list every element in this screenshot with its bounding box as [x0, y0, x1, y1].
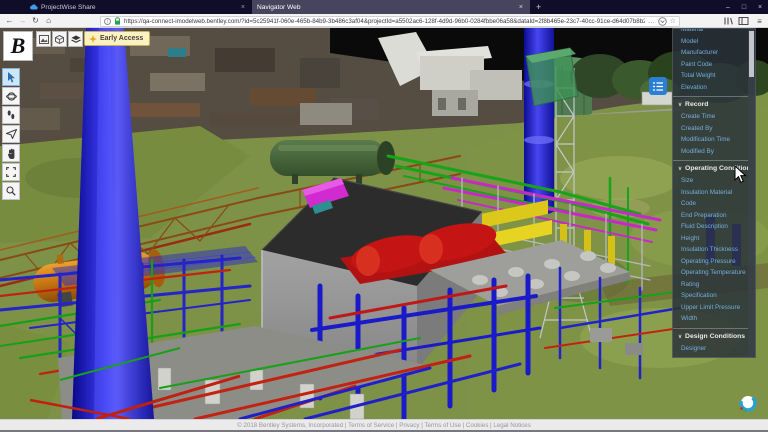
- select-tool-button[interactable]: [2, 68, 20, 86]
- tab-label: ProjectWise Share: [41, 4, 236, 11]
- browser-titlebar: ProjectWise Share × Navigator Web × + – …: [0, 0, 768, 14]
- window-controls: – □ ×: [720, 0, 768, 14]
- fit-view-icon: [6, 167, 16, 177]
- reload-button[interactable]: ↻: [29, 16, 42, 25]
- home-button[interactable]: ⌂: [42, 16, 55, 25]
- zoom-tool-button[interactable]: [2, 182, 20, 200]
- navbar-right-icons: ≡: [723, 14, 766, 28]
- early-access-badge: Early Access: [84, 31, 150, 46]
- cloud-icon: [29, 4, 38, 10]
- bentley-logo-letter: B: [11, 33, 26, 59]
- site-info-icon[interactable]: i: [104, 18, 111, 25]
- section-title: Design Conditions: [685, 333, 745, 340]
- lock-icon: [114, 17, 121, 25]
- new-tab-button[interactable]: +: [530, 0, 547, 14]
- property-row[interactable]: Rating: [673, 279, 748, 291]
- pan-tool-button[interactable]: [2, 144, 20, 162]
- view-tools-toolbar: [2, 68, 20, 200]
- fly-tool-button[interactable]: [2, 125, 20, 143]
- early-access-label: Early Access: [100, 35, 143, 42]
- browser-window: ProjectWise Share × Navigator Web × + – …: [0, 0, 768, 432]
- minimize-button[interactable]: –: [720, 0, 736, 14]
- panel-scrollbar[interactable]: [748, 29, 755, 357]
- select-icon: [6, 72, 16, 83]
- chevron-down-icon: ∨: [678, 102, 682, 108]
- property-row[interactable]: Height: [673, 233, 748, 245]
- menu-icon[interactable]: ≡: [753, 17, 766, 26]
- property-row[interactable]: Manufacturer: [673, 47, 748, 59]
- section-title: Record: [685, 101, 708, 108]
- teal-glass-cube: [526, 48, 578, 106]
- sidebars-icon[interactable]: [738, 16, 751, 26]
- library-icon[interactable]: [723, 16, 736, 26]
- property-row[interactable]: Code: [673, 198, 748, 210]
- property-row[interactable]: Modified By: [673, 146, 748, 158]
- section-header[interactable]: ∨Record: [673, 96, 748, 111]
- property-row[interactable]: Specification: [673, 290, 748, 302]
- fly-icon: [6, 129, 17, 139]
- orbit-tool-button[interactable]: [2, 87, 20, 105]
- property-row[interactable]: Modification Time: [673, 134, 748, 146]
- forward-button[interactable]: →: [16, 16, 29, 25]
- titlebar-spacer: [0, 0, 24, 14]
- tab-close-icon[interactable]: ×: [517, 4, 525, 11]
- property-row[interactable]: Model: [673, 36, 748, 48]
- property-row[interactable]: Elevation: [673, 82, 748, 94]
- mouse-cursor: [734, 166, 747, 189]
- property-row[interactable]: Insulation Thickness: [673, 244, 748, 256]
- back-button[interactable]: ←: [3, 16, 16, 25]
- property-row[interactable]: Operating Pressure: [673, 256, 748, 268]
- panel-scrollbar-thumb[interactable]: [749, 31, 754, 77]
- orbit-icon: [6, 91, 17, 102]
- walk-icon: [7, 110, 15, 120]
- list-icon: [652, 81, 664, 92]
- url-input[interactable]: [124, 17, 645, 26]
- image-tool-icon: [39, 35, 49, 44]
- property-row[interactable]: Operating Temperature: [673, 267, 748, 279]
- chevron-down-icon: ∨: [678, 334, 682, 340]
- tab-projectwise-share[interactable]: ProjectWise Share ×: [24, 0, 252, 14]
- star-icon: [89, 35, 97, 43]
- tab-navigator-web[interactable]: Navigator Web ×: [252, 0, 530, 14]
- properties-panel: MaterialModelManufacturerPaint CodeTotal…: [672, 28, 756, 358]
- footer-text: © 2018 Bentley Systems, Incorporated | T…: [237, 422, 531, 429]
- pocket-icon[interactable]: [658, 17, 667, 26]
- model-cube-icon: [55, 35, 64, 44]
- model-cube-button[interactable]: [52, 31, 67, 47]
- pan-hand-icon: [7, 148, 16, 159]
- bentley-logo: B: [3, 31, 33, 61]
- maximize-button[interactable]: □: [736, 0, 752, 14]
- zoom-magnifier-icon: [6, 186, 16, 196]
- mini-toolbar: [36, 31, 83, 47]
- walk-tool-button[interactable]: [2, 106, 20, 124]
- property-row[interactable]: Paint Code: [673, 59, 748, 71]
- tab-close-icon[interactable]: ×: [239, 4, 247, 11]
- page-actions-icon[interactable]: …: [648, 18, 655, 25]
- bookmark-star-icon[interactable]: ☆: [670, 17, 676, 25]
- image-tool-button[interactable]: [36, 31, 51, 47]
- close-button[interactable]: ×: [752, 0, 768, 14]
- layers-button[interactable]: [68, 31, 83, 47]
- property-row[interactable]: Total Weight: [673, 70, 748, 82]
- loading-spinner-logo: [737, 392, 759, 419]
- section-header[interactable]: ∨Design Conditions: [673, 328, 748, 343]
- property-row[interactable]: Create Time: [673, 111, 748, 123]
- fit-view-button[interactable]: [2, 163, 20, 181]
- property-row[interactable]: Designer: [673, 343, 748, 355]
- properties-panel-rows: MaterialModelManufacturerPaint CodeTotal…: [673, 29, 748, 357]
- chevron-down-icon: ∨: [678, 166, 682, 172]
- footer-bar: © 2018 Bentley Systems, Incorporated | T…: [0, 419, 768, 430]
- property-row[interactable]: End Preparation: [673, 210, 748, 222]
- browser-navbar: ← → ↻ ⌂ i … ☆ ≡: [0, 14, 768, 28]
- url-bar[interactable]: i … ☆: [100, 16, 680, 27]
- property-row[interactable]: Fluid Description: [673, 221, 748, 233]
- tab-label: Navigator Web: [257, 4, 514, 11]
- property-row[interactable]: Created By: [673, 123, 748, 135]
- property-row[interactable]: Upper Limit Pressure: [673, 302, 748, 314]
- property-row[interactable]: Width: [673, 313, 748, 325]
- properties-toggle-button[interactable]: [649, 77, 667, 95]
- layers-icon: [71, 35, 81, 44]
